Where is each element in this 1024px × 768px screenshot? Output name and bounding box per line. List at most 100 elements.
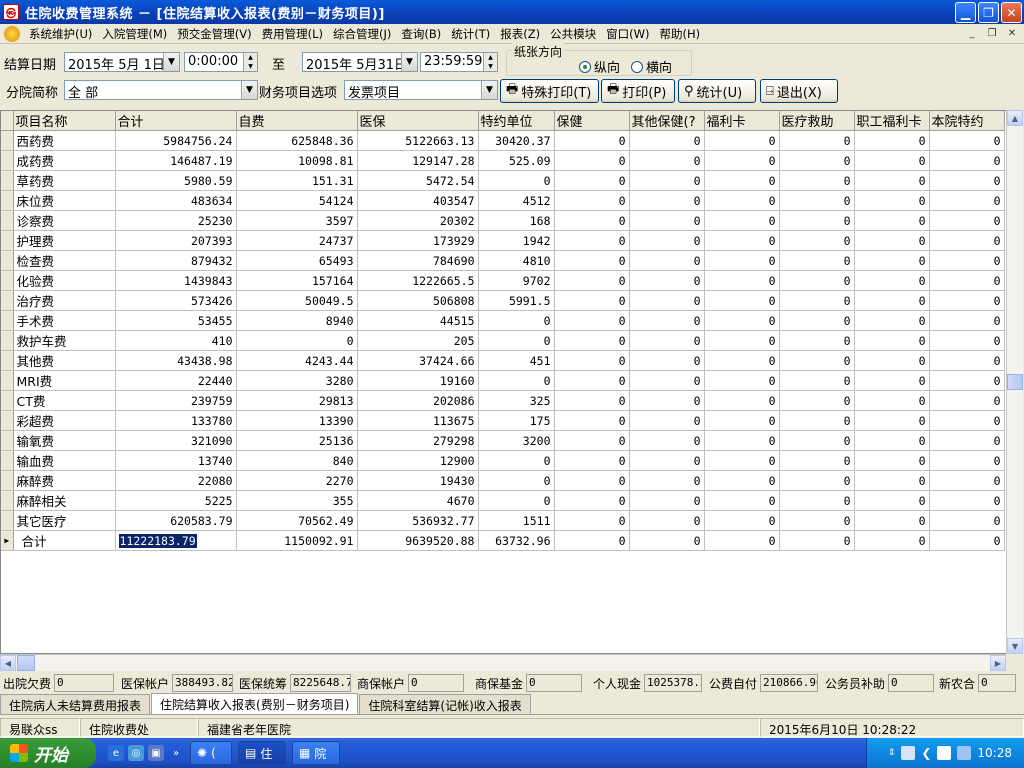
amount-cell[interactable]: 0: [929, 170, 1005, 191]
amount-cell[interactable]: 25230: [115, 210, 237, 231]
amount-cell[interactable]: 0: [929, 530, 1005, 551]
table-row[interactable]: 麻醉相关 5225 355 4670 0 0 0 0 0 0 0: [1, 490, 1005, 511]
row-indicator[interactable]: [1, 490, 14, 511]
amount-cell[interactable]: 20302: [357, 210, 479, 231]
amount-cell[interactable]: 840: [236, 450, 358, 471]
item-name-cell[interactable]: 治疗费: [13, 290, 116, 311]
dropdown-arrow-icon[interactable]: ▼: [241, 81, 257, 99]
col-header[interactable]: 保健: [554, 111, 630, 131]
col-header[interactable]: 合计: [115, 111, 237, 131]
exit-button[interactable]: ⍈ 退出(X): [760, 79, 838, 103]
amount-cell[interactable]: 0: [704, 210, 780, 231]
amount-cell[interactable]: 0: [478, 330, 555, 351]
title-bar[interactable]: ㉿ 住院收费管理系统 － [住院结算收入报表(费别－财务项目)] ▁ ❐ ✕: [0, 0, 1024, 24]
amount-cell[interactable]: 0: [929, 230, 1005, 251]
item-name-cell[interactable]: 合计: [13, 530, 116, 551]
table-row[interactable]: 检查费 879432 65493 784690 4810 0 0 0 0 0 0: [1, 250, 1005, 271]
amount-cell[interactable]: 0: [929, 130, 1005, 151]
item-name-cell[interactable]: 草药费: [13, 170, 116, 191]
amount-cell[interactable]: 0: [554, 490, 630, 511]
amount-cell[interactable]: 0: [629, 410, 705, 431]
amount-cell[interactable]: 0: [478, 170, 555, 191]
table-row[interactable]: 床位费 483634 54124 403547 4512 0 0 0 0 0 0: [1, 190, 1005, 211]
amount-cell[interactable]: 113675: [357, 410, 479, 431]
tab-settlement-report[interactable]: 住院结算收入报表(费别－财务项目): [151, 693, 359, 714]
row-indicator[interactable]: [1, 430, 14, 451]
print-button[interactable]: 🖶 打印(P): [601, 79, 675, 103]
amount-cell[interactable]: 0: [854, 290, 930, 311]
amount-cell[interactable]: 12900: [357, 450, 479, 471]
amount-cell[interactable]: 0: [854, 390, 930, 411]
scroll-left-icon[interactable]: ◀: [0, 655, 16, 671]
amount-cell[interactable]: 0: [704, 250, 780, 271]
item-name-cell[interactable]: 麻醉相关: [13, 490, 116, 511]
amount-cell[interactable]: 0: [704, 310, 780, 331]
amount-cell[interactable]: 129147.28: [357, 150, 479, 171]
amount-cell[interactable]: 4670: [357, 490, 479, 511]
time-from-input[interactable]: 0:00:00 ▲ ▼: [184, 52, 258, 72]
amount-cell[interactable]: 0: [929, 270, 1005, 291]
amount-cell[interactable]: 536932.77: [357, 510, 479, 531]
menu-help[interactable]: 帮助(H): [654, 26, 705, 42]
row-indicator[interactable]: [1, 310, 14, 331]
amount-cell[interactable]: 0: [779, 530, 855, 551]
amount-cell[interactable]: 0: [704, 330, 780, 351]
tab-unsettled-fees[interactable]: 住院病人未结算费用报表: [0, 694, 151, 714]
amount-cell[interactable]: 0: [779, 510, 855, 531]
amount-cell[interactable]: 0: [854, 450, 930, 471]
amount-cell[interactable]: 133780: [115, 410, 237, 431]
table-row[interactable]: 治疗费 573426 50049.5 506808 5991.5 0 0 0 0 0 0: [1, 290, 1005, 311]
time-to-input[interactable]: 23:59:59 ▲ ▼: [420, 52, 498, 72]
amount-cell[interactable]: 205: [357, 330, 479, 351]
item-name-cell[interactable]: 检查费: [13, 250, 116, 271]
amount-cell[interactable]: 37424.66: [357, 350, 479, 371]
volume-icon[interactable]: [937, 746, 952, 760]
table-row[interactable]: 草药费 5980.59 151.31 5472.54 0 0 0 0 0 0 0: [1, 170, 1005, 191]
amount-cell[interactable]: 43438.98: [115, 350, 237, 371]
amount-cell[interactable]: 0: [478, 490, 555, 511]
menu-query[interactable]: 查询(B): [396, 26, 446, 42]
scroll-down-icon[interactable]: ▼: [1007, 638, 1023, 654]
row-indicator[interactable]: [1, 390, 14, 411]
amount-cell[interactable]: 19430: [357, 470, 479, 491]
amount-cell[interactable]: 0: [929, 310, 1005, 331]
orientation-landscape-radio[interactable]: 横向: [631, 57, 672, 76]
amount-cell[interactable]: 1942: [478, 230, 555, 251]
amount-cell[interactable]: 13390: [236, 410, 358, 431]
chevron-right-icon[interactable]: »: [168, 745, 184, 761]
amount-cell[interactable]: 0: [478, 450, 555, 471]
amount-cell[interactable]: 0: [629, 270, 705, 291]
menu-common[interactable]: 公共模块: [545, 26, 601, 42]
close-button[interactable]: ✕: [1001, 2, 1022, 23]
amount-cell[interactable]: 0: [629, 370, 705, 391]
amount-cell[interactable]: 0: [704, 490, 780, 511]
row-indicator[interactable]: [1, 410, 14, 431]
amount-cell[interactable]: 0: [854, 150, 930, 171]
amount-cell[interactable]: 65493: [236, 250, 358, 271]
col-header[interactable]: 医保: [357, 111, 479, 131]
amount-cell[interactable]: 0: [629, 190, 705, 211]
item-name-cell[interactable]: 其他费: [13, 350, 116, 371]
amount-cell[interactable]: 22440: [115, 370, 237, 391]
table-row[interactable]: 化验费 1439843 157164 1222665.5 9702 0 0 0 0 0 0: [1, 270, 1005, 291]
menu-stats[interactable]: 统计(T): [446, 26, 495, 42]
amount-cell[interactable]: 451: [478, 350, 555, 371]
amount-cell[interactable]: 11222183.79: [115, 530, 237, 551]
amount-cell[interactable]: 1150092.91: [236, 530, 358, 551]
horizontal-scrollbar[interactable]: ◀ ▶: [0, 654, 1006, 671]
amount-cell[interactable]: 279298: [357, 430, 479, 451]
amount-cell[interactable]: 0: [629, 170, 705, 191]
minimize-button[interactable]: ▁: [955, 2, 976, 23]
mdi-minimize-icon[interactable]: _: [964, 26, 980, 41]
item-name-cell[interactable]: 手术费: [13, 310, 116, 331]
desktop-icon[interactable]: ▣: [148, 745, 164, 761]
amount-cell[interactable]: 506808: [357, 290, 479, 311]
menu-system[interactable]: 系统维护(U): [24, 26, 97, 42]
item-name-cell[interactable]: 其它医疗: [13, 510, 116, 531]
amount-cell[interactable]: 2270: [236, 470, 358, 491]
amount-cell[interactable]: 29813: [236, 390, 358, 411]
amount-cell[interactable]: 50049.5: [236, 290, 358, 311]
amount-cell[interactable]: 0: [854, 330, 930, 351]
amount-cell[interactable]: 0: [629, 310, 705, 331]
amount-cell[interactable]: 0: [854, 310, 930, 331]
